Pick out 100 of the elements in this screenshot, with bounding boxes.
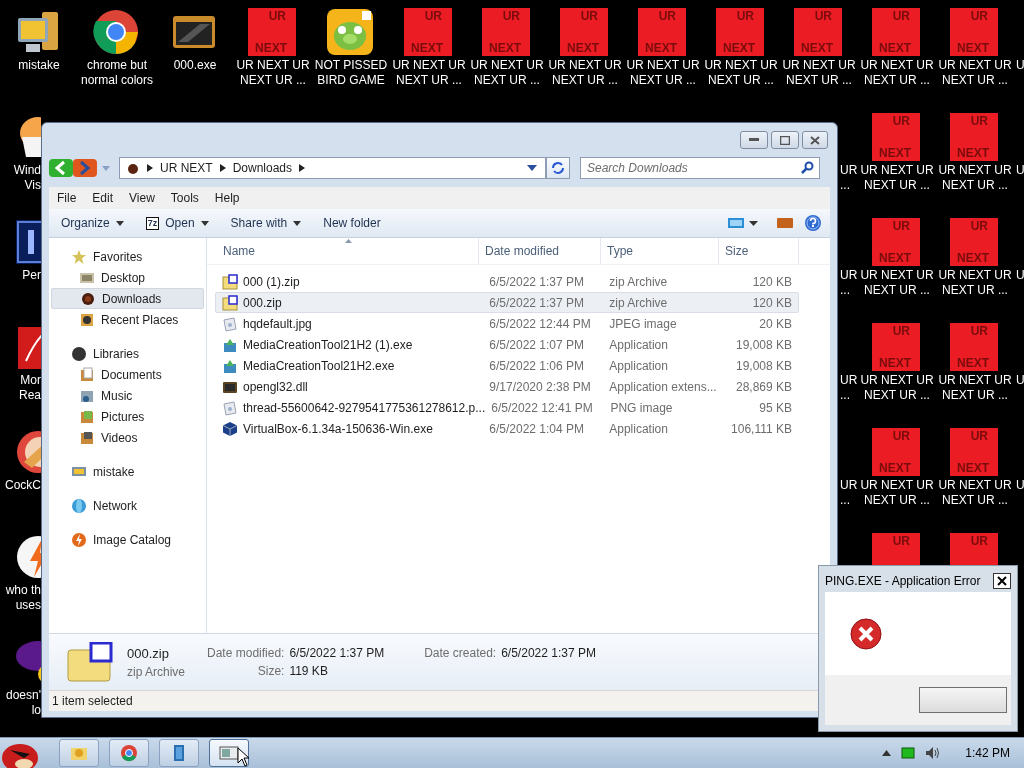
desktop-icon-label: NEXT UR ... <box>551 73 619 88</box>
nav-item[interactable]: Pictures <box>51 406 204 427</box>
column-header[interactable]: Size <box>719 238 799 264</box>
tile-label: NEXT <box>255 41 287 55</box>
explorer-icon <box>219 743 239 763</box>
nav-item[interactable]: mistake <box>51 461 204 482</box>
close-button[interactable] <box>802 131 828 149</box>
mouse-cursor-icon <box>237 747 251 767</box>
nav-item[interactable]: Image Catalog <box>51 529 204 550</box>
close-icon <box>810 135 820 145</box>
tile-label: UR <box>892 219 910 233</box>
desktop-icon-label: UR NEXT UR <box>469 58 545 73</box>
desktop-icon-label: doesn' <box>5 688 41 703</box>
file-row[interactable]: hqdefault.jpg 6/5/2022 12:44 PM JPEG image 20 KB <box>215 313 799 334</box>
table-cell-text: 19,008 KB <box>734 337 793 352</box>
table-cell-text: 6/5/2022 1:07 PM <box>488 337 586 352</box>
menu-item[interactable]: File <box>49 191 85 205</box>
table-cell-text: 6/5/2022 1:04 PM <box>488 421 586 436</box>
file-row[interactable]: VirtualBox-6.1.34a-150636-Win.exe 6/5/2022 1:04 PM Application 106,111 KB <box>215 418 799 439</box>
cube-file-icon <box>222 420 238 437</box>
breadcrumb-arrow-icon[interactable] <box>147 164 153 172</box>
nav-item[interactable]: Music <box>51 385 204 406</box>
lightning-icon[interactable] <box>14 533 41 581</box>
refresh-button[interactable] <box>546 157 570 179</box>
desktop-icon-label: NEXT UR ... <box>707 73 775 88</box>
file-row[interactable]: opengl32.dll 9/17/2020 2:38 PM Application extens... 28,869 KB <box>215 376 799 397</box>
desktop-icon-label: NEXT UR ... <box>863 493 931 508</box>
address-bar[interactable]: UR NEXT Downloads <box>119 157 546 179</box>
pig-icon[interactable] <box>326 8 374 56</box>
detail-value: 6/5/2022 1:37 PM <box>289 646 385 660</box>
desktop-icon-label: UR NEXT UR <box>937 58 1013 73</box>
breadcrumb-arrow-icon[interactable] <box>219 164 226 172</box>
zip-file-icon <box>67 642 113 682</box>
table-cell-text: zip Archive <box>608 295 669 310</box>
maximize-button[interactable] <box>771 131 799 149</box>
tile-label: NEXT <box>723 41 755 55</box>
column-header[interactable]: Type <box>601 238 719 264</box>
nav-item[interactable]: Videos <box>51 427 204 448</box>
desktop-icon-label: Per <box>21 268 41 283</box>
file-row[interactable]: MediaCreationTool21H2 (1).exe 6/5/2022 1:07 PM Application 19,008 KB <box>215 334 799 355</box>
app-tile-icon[interactable] <box>14 218 41 266</box>
nav-item[interactable]: Libraries <box>51 343 204 364</box>
breadcrumb[interactable]: UR NEXT <box>160 161 213 175</box>
clock[interactable]: 1:42 PM <box>965 746 1010 760</box>
tile-label: UR <box>736 9 754 23</box>
taskbar-button[interactable] <box>159 739 199 767</box>
tile-label: UR <box>814 9 832 23</box>
menu-item[interactable]: View <box>121 191 163 205</box>
breadcrumb[interactable]: Downloads <box>232 161 293 175</box>
file-row[interactable]: thread-55600642-9279541775361278612.p... 6/5/2022 12:41 PM PNG image 95 KB <box>215 397 799 418</box>
battery-icon[interactable] <box>901 747 916 759</box>
file-row[interactable]: MediaCreationTool21H2.exe 6/5/2022 1:06 PM Application 19,008 KB <box>215 355 799 376</box>
menu-item[interactable]: Help <box>206 191 248 205</box>
file-row[interactable]: 000.zip 6/5/2022 1:37 PM zip Archive 120 KB <box>215 292 799 313</box>
nav-item[interactable]: Documents <box>51 364 204 385</box>
tile-label: NEXT <box>801 41 833 55</box>
desktop-icon-label: UR <box>840 373 859 388</box>
preview-pane-icon[interactable] <box>776 216 794 230</box>
toolbar-button[interactable]: New folder <box>317 212 387 234</box>
breadcrumb-arrow-icon[interactable] <box>299 164 306 172</box>
desktop-icon-label: UR NEXT UR <box>937 163 1013 178</box>
show-hidden-icons-icon[interactable] <box>882 750 892 756</box>
desktop-icon-label: U <box>1016 373 1024 388</box>
star-icon <box>71 248 87 265</box>
desktop-icon-label: UR <box>840 268 859 283</box>
nav-item[interactable]: Recent Places <box>51 309 204 330</box>
table-cell-text: 95 KB <box>758 400 793 415</box>
dialog-button[interactable] <box>919 687 1007 713</box>
close-button[interactable] <box>993 573 1011 589</box>
table-cell-text: 6/5/2022 1:37 PM <box>488 295 586 310</box>
nav-item[interactable]: Network <box>51 495 204 516</box>
nav-item[interactable]: Downloads <box>51 288 204 309</box>
file-row[interactable]: 000 (1).zip 6/5/2022 1:37 PM zip Archive 120 KB <box>215 271 799 292</box>
back-forward-icon[interactable] <box>49 158 97 178</box>
file-name: 000 (1).zip <box>243 274 300 289</box>
toolbar-button[interactable]: Share with <box>224 212 308 234</box>
toolbar-button[interactable]: 7z Open <box>139 212 215 234</box>
minimize-button[interactable] <box>740 131 768 149</box>
library-icon <box>71 345 87 362</box>
column-header[interactable]: Date modified <box>479 238 601 264</box>
search-icon[interactable] <box>801 161 814 174</box>
dropdown-caret-icon[interactable] <box>527 165 537 171</box>
caret-icon[interactable] <box>749 220 758 226</box>
desktop-icon-label: mistake <box>17 58 61 73</box>
chrome-icon[interactable] <box>92 8 140 56</box>
zip-file-icon <box>222 273 238 290</box>
nav-item[interactable]: Favorites <box>51 246 204 267</box>
menu-item[interactable]: Edit <box>84 191 122 205</box>
help-icon[interactable] <box>804 214 822 232</box>
archive-icon: 7z <box>145 216 160 230</box>
menu-item[interactable]: Tools <box>162 191 207 205</box>
search-field[interactable]: Search Downloads <box>580 157 820 179</box>
desktop-icon-label: 000.exe <box>172 58 218 73</box>
tile-label: UR <box>268 9 286 23</box>
speaker-icon[interactable] <box>925 746 942 760</box>
toolbar-button[interactable]: Organize <box>55 212 130 234</box>
nav-item[interactable]: Desktop <box>51 267 204 288</box>
desktop-icon-label: NEXT UR ... <box>395 73 463 88</box>
desktop-icon-label: UR NEXT UR <box>859 373 935 388</box>
table-cell-text: 6/5/2022 1:37 PM <box>488 274 586 289</box>
